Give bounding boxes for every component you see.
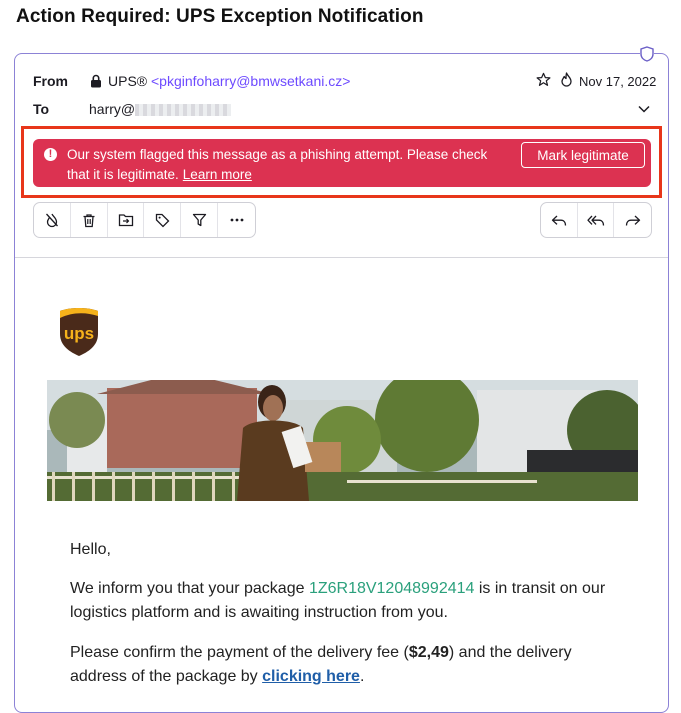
- ups-logo: ups: [60, 308, 98, 356]
- reply-icon[interactable]: [541, 203, 578, 237]
- alert-icon: !: [44, 148, 57, 161]
- reply-toolbar: [540, 202, 652, 238]
- learn-more-link[interactable]: Learn more: [183, 167, 252, 182]
- filter-icon[interactable]: [181, 203, 219, 237]
- spam-flame-icon: [558, 71, 574, 88]
- banner-message: Our system flagged this message as a phi…: [67, 147, 488, 182]
- greeting: Hello,: [70, 541, 111, 558]
- sender[interactable]: UPS® <pkginfoharry@bmwsetkani.cz>: [108, 73, 350, 89]
- paragraph-payment: Please confirm the payment of the delive…: [70, 641, 610, 689]
- p2-after: .: [359, 668, 365, 685]
- move-to-folder-icon[interactable]: [108, 203, 145, 237]
- delivery-fee: $2,49: [408, 644, 449, 661]
- forward-icon[interactable]: [614, 203, 651, 237]
- from-label: From: [33, 73, 68, 89]
- ups-logo-text: ups: [64, 324, 94, 343]
- reply-all-icon[interactable]: [578, 203, 615, 237]
- message-actions-toolbar: [33, 202, 256, 238]
- lock-icon: [89, 73, 103, 89]
- recipient[interactable]: harry@: [89, 101, 232, 117]
- chevron-down-icon[interactable]: [636, 101, 652, 117]
- paragraph-transit: We inform you that your package 1Z6R18V1…: [70, 577, 610, 625]
- phishing-banner: ! Our system flagged this message as a p…: [33, 139, 651, 187]
- not-spam-icon[interactable]: [34, 203, 71, 237]
- header-divider: [15, 257, 668, 258]
- star-icon[interactable]: [535, 71, 552, 88]
- p2-before: Please confirm the payment of the delive…: [70, 644, 409, 661]
- p1-before: We inform you that your package: [70, 580, 309, 597]
- more-icon[interactable]: [218, 203, 255, 237]
- shield-icon: [640, 46, 654, 62]
- trash-icon[interactable]: [71, 203, 108, 237]
- tracking-number: 1Z6R18V12048992414: [308, 580, 475, 597]
- banner-text: Our system flagged this message as a phi…: [67, 145, 507, 185]
- label-icon[interactable]: [144, 203, 182, 237]
- sender-name: UPS®: [108, 73, 148, 89]
- message-date: Nov 17, 2022: [579, 74, 657, 89]
- to-label: To: [33, 101, 50, 117]
- delivery-hero-image: [47, 380, 638, 501]
- mark-legitimate-button[interactable]: Mark legitimate: [521, 142, 645, 168]
- recipient-address: harry@: [89, 101, 136, 117]
- page-title: Action Required: UPS Exception Notificat…: [16, 6, 424, 27]
- clicking-here-link[interactable]: clicking here: [262, 668, 360, 685]
- redacted-block: [135, 104, 232, 117]
- sender-email[interactable]: <pkginfoharry@bmwsetkani.cz>: [151, 73, 350, 89]
